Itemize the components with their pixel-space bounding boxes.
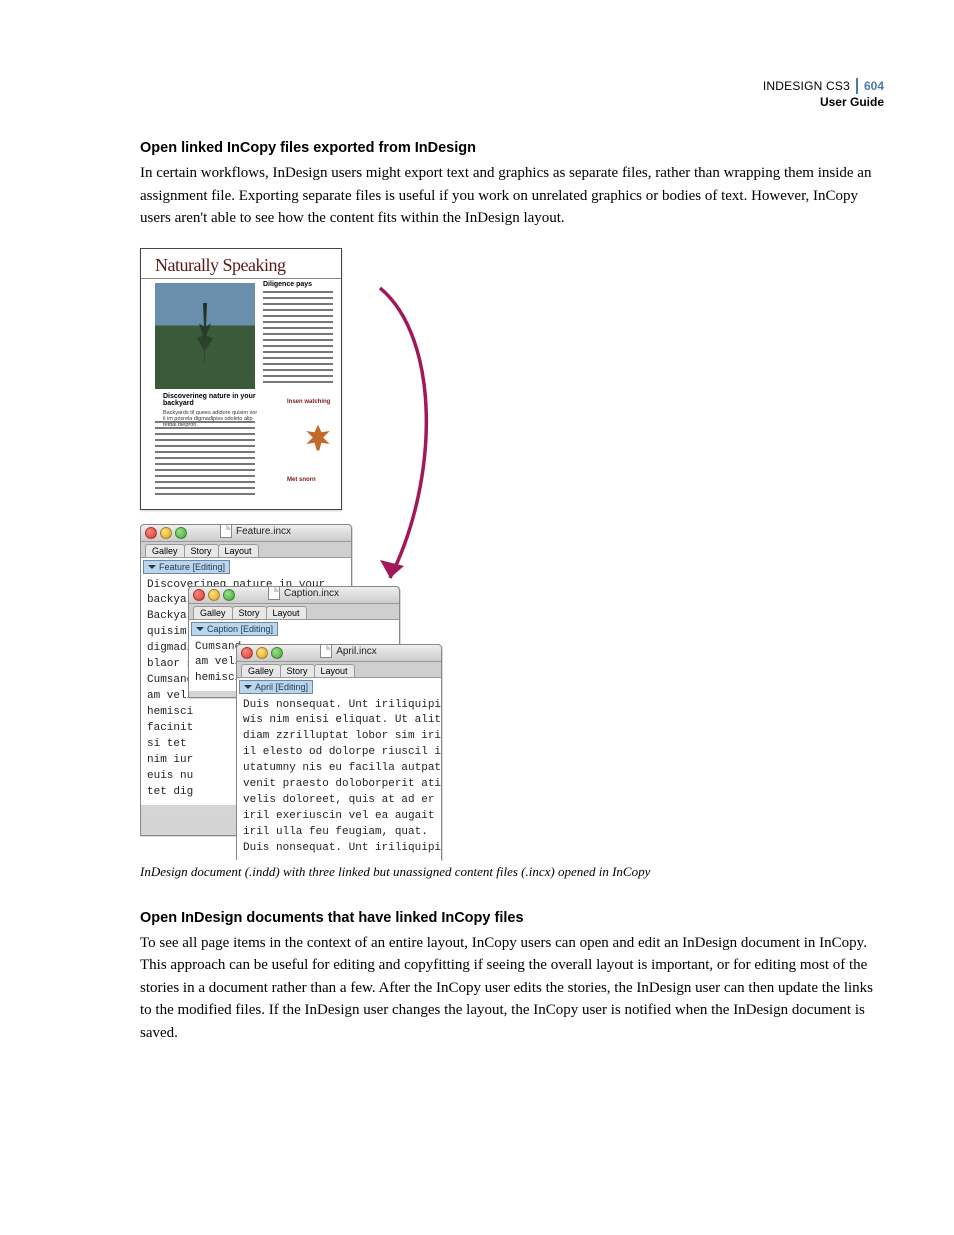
section2-title: Open InDesign documents that have linked… xyxy=(140,910,884,926)
close-icon[interactable] xyxy=(193,589,205,601)
leaf-icon xyxy=(305,425,331,451)
section2-body: To see all page items in the context of … xyxy=(140,932,884,1045)
window-title: April.incx xyxy=(336,646,377,657)
product-name: INDESIGN CS3 xyxy=(763,78,850,94)
document-icon xyxy=(220,524,232,538)
story-header[interactable]: April [Editing] xyxy=(239,680,313,694)
running-header: INDESIGN CS3 604 User Guide xyxy=(763,78,884,110)
view-tabs: Galley Story Layout xyxy=(189,604,399,619)
tab-galley[interactable]: Galley xyxy=(193,606,233,619)
tab-galley[interactable]: Galley xyxy=(241,664,281,677)
tab-story[interactable]: Story xyxy=(280,664,315,677)
disclosure-triangle-icon xyxy=(148,565,156,569)
zoom-icon[interactable] xyxy=(223,589,235,601)
figure-caption: InDesign document (.indd) with three lin… xyxy=(140,864,884,880)
layout-sidebar1: Insen watching xyxy=(287,399,333,405)
header-subtitle: User Guide xyxy=(763,94,884,110)
tab-story[interactable]: Story xyxy=(232,606,267,619)
disclosure-triangle-icon xyxy=(244,685,252,689)
minimize-icon[interactable] xyxy=(256,647,268,659)
story-header[interactable]: Feature [Editing] xyxy=(143,560,230,574)
tab-galley[interactable]: Galley xyxy=(145,544,185,557)
close-icon[interactable] xyxy=(145,527,157,539)
layout-sidebar2: Met snorn xyxy=(287,477,333,483)
layout-masthead: Naturally Speaking xyxy=(141,249,341,279)
section1-body: In certain workflows, InDesign users mig… xyxy=(140,162,884,230)
document-icon xyxy=(320,644,332,658)
window-title: Feature.incx xyxy=(236,526,291,537)
tab-layout[interactable]: Layout xyxy=(266,606,307,619)
document-icon xyxy=(268,586,280,600)
view-tabs: Galley Story Layout xyxy=(237,662,441,677)
greek-column xyxy=(155,421,255,499)
tab-layout[interactable]: Layout xyxy=(314,664,355,677)
zoom-icon[interactable] xyxy=(175,527,187,539)
layout-photo xyxy=(155,283,255,389)
close-icon[interactable] xyxy=(241,647,253,659)
minimize-icon[interactable] xyxy=(208,589,220,601)
tab-layout[interactable]: Layout xyxy=(218,544,259,557)
story-header[interactable]: Caption [Editing] xyxy=(191,622,278,636)
window-title: Caption.incx xyxy=(284,588,339,599)
zoom-icon[interactable] xyxy=(271,647,283,659)
page-number: 604 xyxy=(856,78,884,94)
section1-title: Open linked InCopy files exported from I… xyxy=(140,140,884,156)
minimize-icon[interactable] xyxy=(160,527,172,539)
disclosure-triangle-icon xyxy=(196,627,204,631)
arrow-icon xyxy=(350,278,440,598)
indesign-layout-thumb: Naturally Speaking Diligence pays Discov… xyxy=(140,248,342,510)
view-tabs: Galley Story Layout xyxy=(141,542,351,557)
figure: Naturally Speaking Diligence pays Discov… xyxy=(140,248,440,858)
tab-story[interactable]: Story xyxy=(184,544,219,557)
greek-text: Diligence pays xyxy=(263,281,333,387)
story-text[interactable]: Duis nonsequat. Unt iriliquipit wis nim … xyxy=(237,696,441,861)
incopy-window-april: April.incx Galley Story Layout April [Ed… xyxy=(236,644,442,860)
